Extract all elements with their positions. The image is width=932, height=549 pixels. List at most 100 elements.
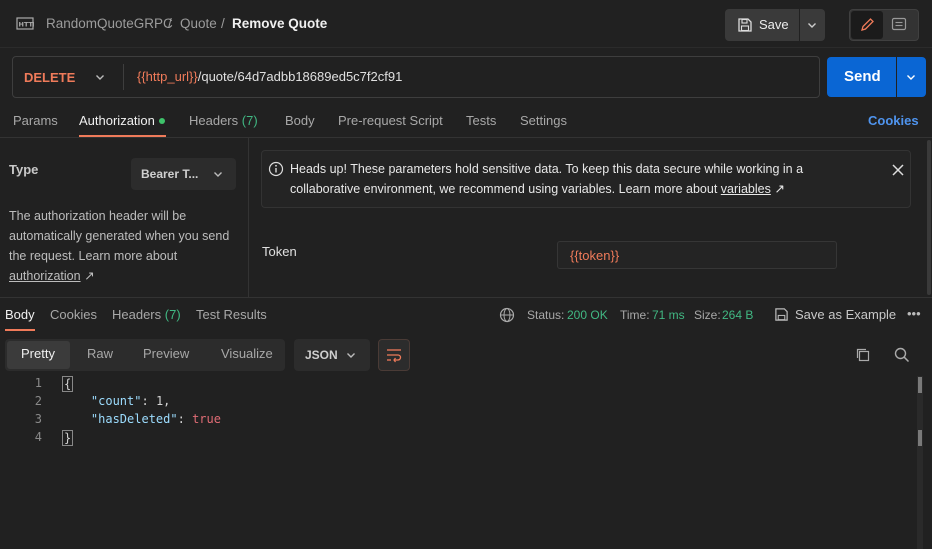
time-label: Time: [620, 308, 650, 322]
alert-text: Heads up! These parameters hold sensitiv… [290, 159, 870, 199]
token-label: Token [262, 244, 297, 259]
tab-headers[interactable]: Headers (7) [189, 113, 258, 128]
breadcrumb-collection[interactable]: RandomQuoteGRPC [46, 16, 173, 31]
tab-label: Headers [112, 307, 162, 322]
close-icon[interactable] [892, 164, 904, 176]
send-button[interactable]: Send [827, 57, 896, 97]
auth-type-value: Bearer T... [141, 167, 199, 181]
response-tab-cookies[interactable]: Cookies [50, 307, 97, 322]
save-icon [737, 17, 753, 33]
method-select[interactable]: DELETE [24, 70, 75, 85]
tab-tests[interactable]: Tests [466, 113, 496, 128]
scrollbar-thumb[interactable] [918, 377, 922, 393]
tab-params[interactable]: Params [13, 113, 58, 128]
token-value: {{token}} [570, 248, 620, 263]
format-value: JSON [305, 348, 338, 362]
line-number: 4 [34, 430, 42, 444]
edit-icon [860, 17, 875, 32]
line-number: 1 [34, 376, 42, 390]
url-variable: {{http_url}} [137, 69, 198, 84]
variables-link[interactable]: variables [721, 182, 771, 196]
send-label: Send [844, 68, 881, 85]
status-label: Status: [527, 308, 565, 322]
send-options-button[interactable] [897, 57, 926, 97]
json-value: true [192, 412, 221, 426]
http-icon: HTTP [16, 15, 34, 33]
tab-authorization[interactable]: Authorization [79, 113, 155, 128]
time-badge[interactable]: 71 ms [652, 308, 685, 322]
response-tab-test-results[interactable]: Test Results [196, 307, 267, 322]
more-icon[interactable]: ••• [907, 306, 921, 321]
scrollbar[interactable] [927, 140, 931, 295]
divider [0, 297, 932, 298]
line-number: 2 [34, 394, 42, 408]
size-value: 264 B [722, 308, 754, 322]
auth-type-select[interactable]: Bearer T... [131, 158, 236, 190]
tab-count: (7) [164, 307, 181, 322]
scrollbar[interactable] [917, 376, 923, 549]
json-key: "hasDeleted" [90, 412, 178, 426]
response-tab-headers[interactable]: Headers (7) [112, 307, 181, 322]
chevron-down-icon [346, 350, 356, 360]
wrap-lines-button[interactable] [378, 339, 410, 371]
tab-pre-request-script[interactable]: Pre-request Script [338, 113, 443, 128]
url-divider [123, 64, 124, 90]
status-value: 200 OK [567, 308, 608, 322]
bracket: } [62, 430, 74, 446]
comment-icon[interactable] [891, 17, 907, 33]
view-raw[interactable]: Raw [87, 346, 113, 361]
url-bar [12, 56, 820, 98]
tab-body[interactable]: Body [285, 113, 315, 128]
bracket: { [62, 376, 74, 392]
size-badge[interactable]: 264 B [722, 308, 753, 322]
auth-description-text: The authorization header will be automat… [9, 209, 230, 263]
url-input[interactable]: {{http_url}}/quote/64d7adbb18689ed5c7f2c… [137, 69, 402, 84]
view-preview[interactable]: Preview [143, 346, 189, 361]
globe-icon[interactable] [499, 307, 515, 323]
status-badge[interactable]: 200 OK [567, 308, 608, 322]
save-icon [774, 307, 789, 322]
code-text: } [62, 430, 74, 446]
tab-count: (7) [241, 113, 258, 128]
view-visualize[interactable]: Visualize [221, 346, 273, 361]
tab-settings[interactable]: Settings [520, 113, 567, 128]
wrap-icon [386, 347, 402, 363]
url-path: /quote/64d7adbb18689ed5c7f2cf91 [197, 69, 403, 84]
chevron-down-icon[interactable] [95, 72, 105, 82]
chevron-down-icon [906, 72, 916, 82]
size-label: Size: [694, 308, 721, 322]
breadcrumb-separator: / [168, 16, 172, 31]
svg-text:HTTP: HTTP [19, 21, 35, 29]
save-as-example-button[interactable]: Save as Example [795, 307, 896, 322]
authorization-link[interactable]: authorization [9, 269, 81, 283]
edit-mode-button[interactable] [851, 11, 883, 39]
save-button[interactable]: Save [725, 9, 799, 41]
json-key: "count" [90, 394, 142, 408]
cookies-link[interactable]: Cookies [868, 113, 919, 128]
page-title[interactable]: Remove Quote [232, 16, 327, 31]
search-icon[interactable] [894, 347, 910, 363]
line-number: 3 [34, 412, 42, 426]
view-pretty[interactable]: Pretty [21, 346, 55, 361]
external-link-icon: ↗ [774, 182, 785, 196]
sensitive-data-alert: Heads up! These parameters hold sensitiv… [261, 150, 911, 208]
auth-description: The authorization header will be automat… [9, 206, 241, 286]
format-select[interactable]: JSON [294, 339, 370, 371]
tab-label: Headers [189, 113, 239, 128]
chevron-down-icon [807, 20, 817, 30]
json-value: 1 [155, 394, 164, 408]
auth-type-label: Type [9, 162, 39, 177]
copy-icon[interactable] [855, 347, 871, 363]
token-input[interactable]: {{token}} [557, 241, 837, 269]
code-text: { [62, 376, 74, 392]
chevron-down-icon [213, 169, 223, 179]
time-value: 71 ms [652, 308, 685, 322]
active-tab-indicator [5, 329, 35, 331]
info-icon [268, 161, 284, 177]
breadcrumb-folder[interactable]: Quote [180, 16, 217, 31]
save-label: Save [759, 17, 789, 32]
save-options-button[interactable] [800, 9, 825, 41]
code-text: "hasDeleted": true [90, 412, 221, 426]
response-tab-body[interactable]: Body [5, 307, 35, 322]
external-link-icon: ↗ [84, 269, 95, 283]
